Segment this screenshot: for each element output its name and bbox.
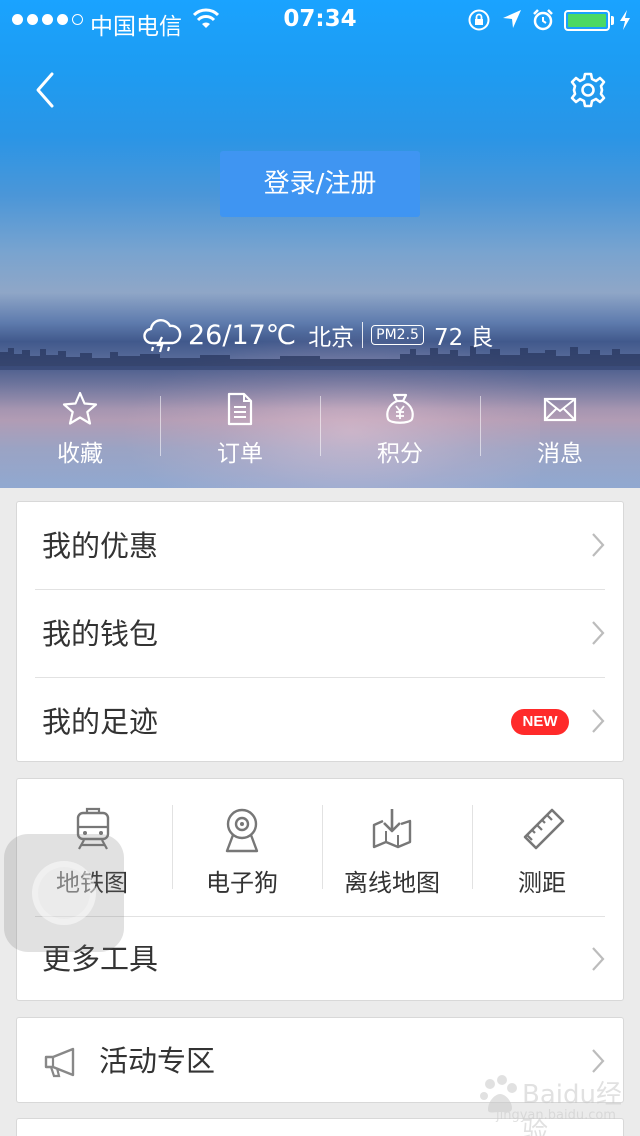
tool-label: 测距 (518, 869, 566, 897)
gear-icon[interactable] (568, 70, 608, 110)
menu-row-label: 我的钱包 (42, 617, 159, 651)
tool-divider (322, 805, 323, 889)
star-icon (62, 391, 98, 425)
temperature: 26/17℃ (188, 319, 297, 351)
document-icon (227, 392, 253, 426)
tool-offline-map[interactable]: 离线地图 (317, 779, 467, 917)
money-bag-icon (386, 393, 414, 424)
envelope-icon (543, 397, 577, 422)
quick-actions: 收藏 订单 积分 消息 (0, 388, 640, 472)
status-bar: 中国电信 07:34 (0, 0, 640, 40)
alarm-icon (533, 9, 553, 31)
chevron-right-icon (592, 947, 605, 971)
rotation-lock-icon (468, 9, 490, 31)
menu-row-coupons[interactable]: 我的优惠 (17, 502, 623, 590)
quick-action-orders[interactable]: 订单 (160, 388, 320, 472)
megaphone-icon (44, 1047, 75, 1078)
tool-speed-camera[interactable]: 电子狗 (167, 779, 317, 917)
tool-divider (172, 805, 173, 889)
weather-bar[interactable]: 26/17℃ 北京 PM2.5 72 良 (142, 314, 494, 356)
assistive-touch-button[interactable] (4, 834, 124, 952)
pm25-badge: PM2.5 (371, 325, 424, 345)
quick-divider (480, 396, 481, 456)
watermark-url: jingyan.baidu.com (496, 1108, 616, 1123)
chevron-right-icon (592, 533, 605, 557)
quick-action-favorites[interactable]: 收藏 (0, 388, 160, 472)
menu-row-wallet[interactable]: 我的钱包 (17, 590, 623, 678)
ruler-icon (523, 808, 565, 850)
tool-divider (472, 805, 473, 889)
quick-divider (160, 396, 161, 456)
chevron-right-icon (592, 621, 605, 645)
assistive-touch-ring (32, 861, 96, 925)
chevron-right-icon (592, 709, 605, 733)
quick-action-label: 消息 (537, 441, 583, 467)
battery-icon (564, 10, 610, 31)
quick-action-label: 积分 (377, 441, 423, 467)
thunderstorm-icon (143, 319, 182, 353)
air-quality-value: 72 良 (433, 325, 494, 351)
back-chevron-icon[interactable] (30, 68, 62, 112)
login-register-button[interactable]: 登录/注册 (220, 151, 420, 217)
account-menu-card: 我的优惠 我的钱包 我的足迹 NEW (16, 501, 624, 762)
quick-action-points[interactable]: 积分 (320, 388, 480, 472)
tool-label: 电子狗 (206, 869, 278, 897)
weather-divider (362, 322, 364, 348)
menu-row-footprints[interactable]: 我的足迹 NEW (17, 678, 623, 761)
new-badge: NEW (511, 709, 569, 735)
tool-label: 离线地图 (344, 869, 440, 897)
watermark-brand: Baidu经验 (522, 1080, 622, 1136)
camera-icon (225, 808, 259, 853)
quick-action-label: 收藏 (57, 441, 103, 467)
menu-row-label: 我的足迹 (42, 705, 159, 739)
quick-action-label: 订单 (217, 441, 263, 467)
baidu-watermark: Baidu经验 jingyan.baidu.com (474, 1066, 638, 1136)
activity-label: 活动专区 (99, 1044, 216, 1078)
quick-divider (320, 396, 321, 456)
quick-action-messages[interactable]: 消息 (480, 388, 640, 472)
battery-tip (611, 16, 614, 25)
tool-measure-distance[interactable]: 测距 (467, 779, 617, 917)
menu-row-label: 我的优惠 (42, 529, 159, 563)
offline-map-icon (372, 809, 412, 849)
charging-bolt-icon (620, 10, 630, 30)
city-name: 北京 (308, 325, 355, 351)
location-arrow-icon (503, 10, 521, 28)
